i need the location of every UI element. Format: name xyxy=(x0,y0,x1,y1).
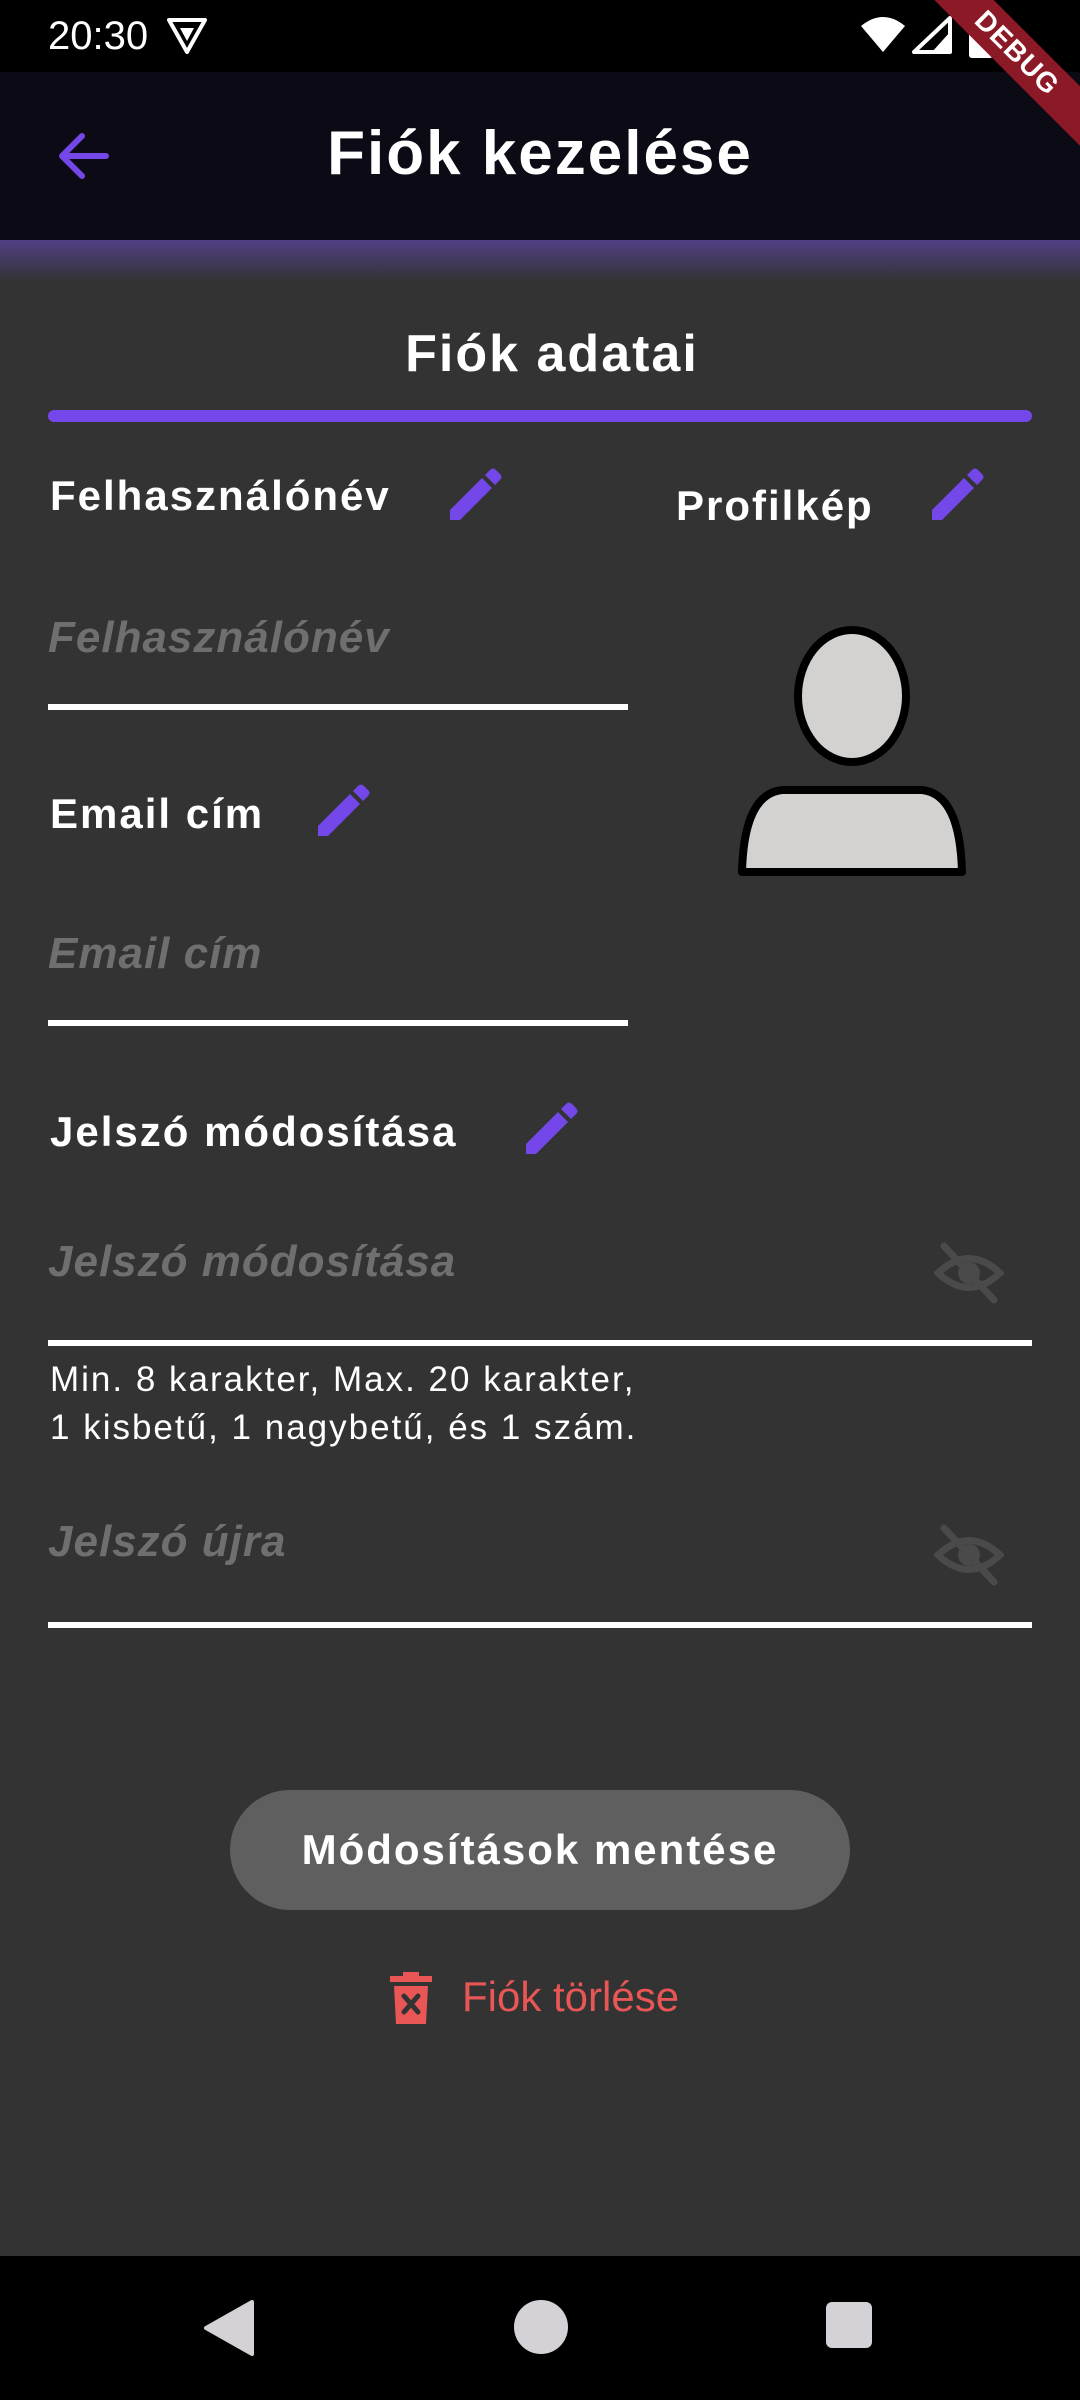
app-bar-shadow xyxy=(0,240,1080,282)
visibility-off-icon[interactable] xyxy=(934,1520,1004,1590)
email-underline xyxy=(48,1020,628,1026)
section-title: Fiók adatai xyxy=(405,325,699,383)
password-confirm-input[interactable]: Jelszó újra xyxy=(48,1512,286,1572)
nav-back-icon[interactable] xyxy=(202,2298,258,2358)
username-underline xyxy=(48,704,628,710)
person-placeholder-icon[interactable] xyxy=(736,626,968,876)
password-hint-line-1: Min. 8 karakter, Max. 20 karakter, xyxy=(50,1360,636,1399)
username-label: Felhasználónév xyxy=(50,472,391,519)
password-requirements-hint: Min. 8 karakter, Max. 20 karakter, 1 kis… xyxy=(50,1356,637,1452)
edit-email-pencil-icon[interactable] xyxy=(312,782,372,842)
status-time: 20:30 xyxy=(48,14,149,58)
password-hint-line-2: 1 kisbetű, 1 nagybetű, és 1 szám. xyxy=(50,1408,638,1447)
nav-home-icon[interactable] xyxy=(514,2300,568,2354)
username-input[interactable]: Felhasználónév xyxy=(48,608,390,668)
status-bar: 20:30 xyxy=(0,0,1080,72)
email-input[interactable]: Email cím xyxy=(48,924,262,984)
password-confirm-underline xyxy=(48,1622,1032,1628)
password-label: Jelszó módosítása xyxy=(50,1108,458,1155)
account-management-screen: 20:30 DEBUG Fiók kezelése Fiók adatai Fe… xyxy=(0,0,1080,2400)
edit-profile-picture-pencil-icon[interactable] xyxy=(926,466,986,526)
save-changes-button[interactable]: Módosítások mentése xyxy=(230,1790,850,1910)
profile-picture-label: Profilkép xyxy=(676,482,874,529)
password-input[interactable]: Jelszó módosítása xyxy=(48,1232,456,1292)
vpn-shield-icon xyxy=(167,18,207,54)
signal-icon xyxy=(912,16,952,54)
password-underline xyxy=(48,1340,1032,1346)
wifi-icon xyxy=(861,17,905,52)
edit-password-pencil-icon[interactable] xyxy=(520,1100,580,1160)
delete-account-label: Fiók törlése xyxy=(462,1973,680,2020)
system-navigation-bar xyxy=(0,2256,1080,2400)
trash-icon xyxy=(390,1972,432,2024)
visibility-off-icon[interactable] xyxy=(934,1238,1004,1308)
edit-username-pencil-icon[interactable] xyxy=(444,466,504,526)
delete-account-button[interactable]: Fiók törlése xyxy=(386,1962,706,2032)
section-underline xyxy=(48,410,1032,422)
email-label: Email cím xyxy=(50,790,265,837)
page-title: Fiók kezelése xyxy=(327,119,753,188)
nav-recents-icon[interactable] xyxy=(826,2302,872,2348)
